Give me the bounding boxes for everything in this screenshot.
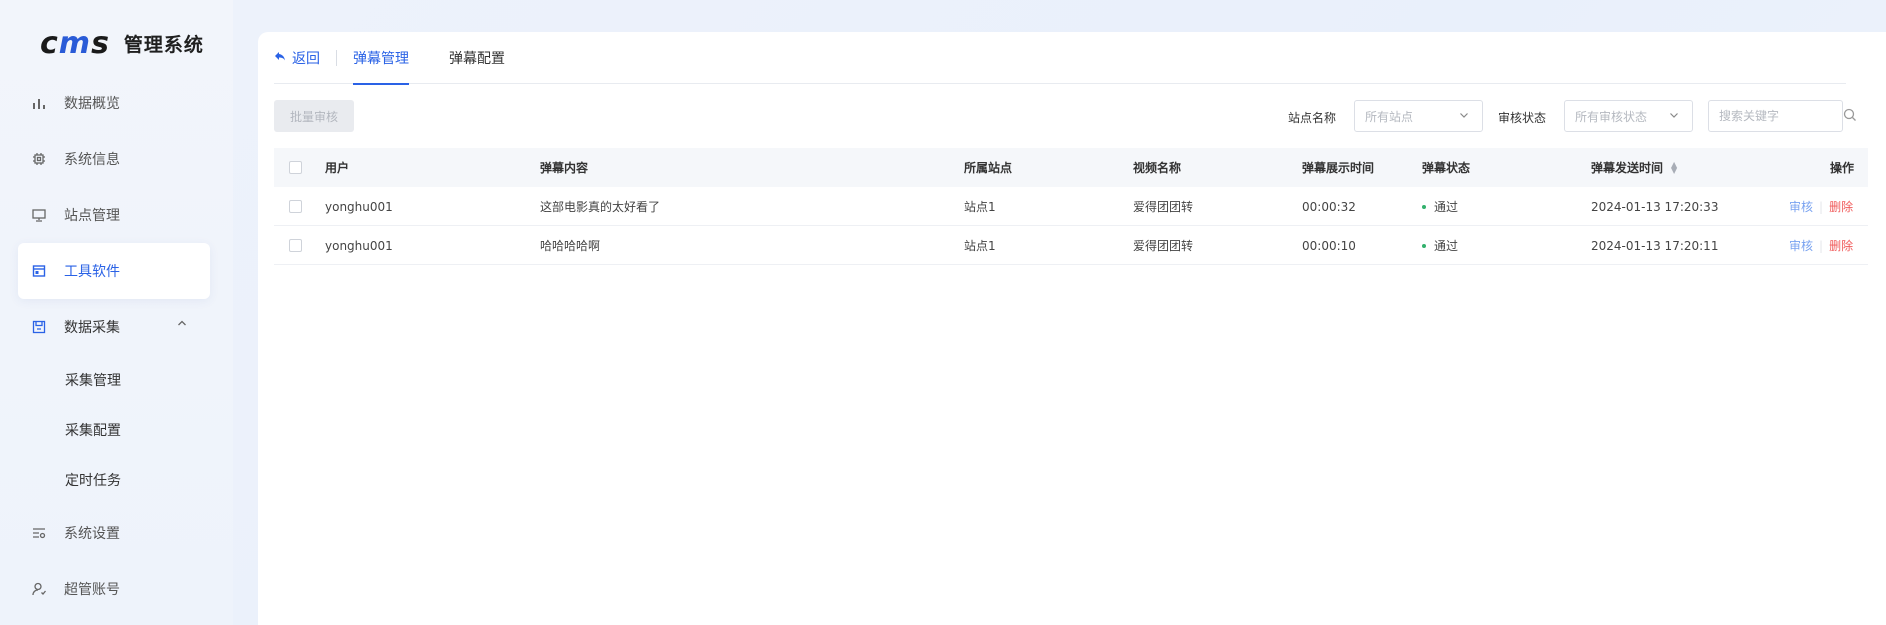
chip-icon — [30, 150, 48, 168]
sidebar-item-system-info[interactable]: 系统信息 — [18, 131, 210, 187]
sidebar-item-label: 系统信息 — [64, 152, 120, 168]
app-title: 管理系统 — [123, 33, 204, 56]
column-header-video: 视频名称 — [1133, 161, 1182, 175]
sidebar-item-system-settings[interactable]: 系统设置 — [18, 505, 210, 561]
sidebar-item-label: 站点管理 — [64, 208, 120, 224]
cell-actions: 审核 | 删除 — [1789, 187, 1853, 226]
review-link[interactable]: 审核 — [1789, 237, 1813, 254]
table-row: yonghu001 哈哈哈哈啊 站点1 爱得团团转 00:00:10 通过 20… — [274, 226, 1868, 265]
batch-review-button[interactable]: 批量审核 — [274, 100, 354, 132]
cell-content: 哈哈哈哈啊 — [540, 239, 601, 253]
column-header-send-time[interactable]: 弹幕发送时间 ▲ ▼ — [1591, 148, 1677, 187]
search-input[interactable] — [1708, 100, 1843, 132]
back-arrow-icon — [274, 50, 286, 66]
sidebar-item-data-collection[interactable]: 数据采集 — [18, 299, 210, 355]
site-select-placeholder: 所有站点 — [1365, 109, 1414, 124]
cell-site: 站点1 — [964, 200, 996, 214]
cell-status: 通过 — [1422, 226, 1458, 265]
status-dot — [1422, 243, 1426, 248]
cell-site: 站点1 — [964, 239, 996, 253]
logo-mark: cms — [40, 25, 110, 61]
review-link[interactable]: 审核 — [1789, 198, 1813, 215]
column-header-send-time-label: 弹幕发送时间 — [1591, 161, 1664, 175]
table-header-row: 用户 弹幕内容 所属站点 视频名称 弹幕展示时间 弹幕状态 弹幕发送时间 ▲ ▼ … — [274, 148, 1868, 187]
user-icon — [30, 580, 48, 598]
cell-send-time: 2024-01-13 17:20:33 — [1591, 199, 1719, 214]
status-text: 通过 — [1434, 239, 1459, 253]
back-label: 返回 — [292, 50, 320, 67]
chevron-down-icon — [1458, 109, 1470, 124]
sidebar-item-label: 系统设置 — [64, 526, 120, 542]
column-header-show-time: 弹幕展示时间 — [1302, 161, 1375, 175]
status-select-placeholder: 所有审核状态 — [1575, 109, 1648, 124]
chevron-down-icon — [1668, 109, 1680, 124]
sidebar-subitem-scheduled-tasks[interactable]: 定时任务 — [65, 465, 121, 495]
cell-video: 爱得团团转 — [1133, 200, 1194, 214]
cell-send-time: 2024-01-13 17:20:11 — [1591, 238, 1719, 253]
select-all-checkbox[interactable] — [289, 161, 302, 174]
cell-show-time: 00:00:32 — [1302, 199, 1356, 214]
settings-list-icon — [30, 524, 48, 542]
cell-actions: 审核 | 删除 — [1789, 226, 1853, 265]
site-filter-label: 站点名称 — [1288, 111, 1337, 125]
sidebar-item-label: 超管账号 — [64, 582, 120, 598]
danmaku-table: 用户 弹幕内容 所属站点 视频名称 弹幕展示时间 弹幕状态 弹幕发送时间 ▲ ▼ … — [274, 148, 1868, 265]
back-button[interactable]: 返回 — [274, 48, 320, 68]
tab-danmaku-management[interactable]: 弹幕管理 — [353, 32, 409, 85]
action-divider: | — [1819, 238, 1824, 253]
cell-show-time: 00:00:10 — [1302, 238, 1356, 253]
search-icon[interactable] — [1843, 108, 1859, 124]
cell-content: 这部电影真的太好看了 — [540, 200, 661, 214]
tab-bar: 返回 弹幕管理 弹幕配置 — [274, 32, 1846, 85]
main-panel: 返回 弹幕管理 弹幕配置 批量审核 站点名称 所有站点 审核状态 所有审核状态 … — [258, 32, 1886, 625]
tab-divider — [336, 49, 337, 66]
row-checkbox[interactable] — [289, 200, 302, 213]
cell-user: yonghu001 — [325, 238, 393, 253]
table-row: yonghu001 这部电影真的太好看了 站点1 爱得团团转 00:00:32 … — [274, 187, 1868, 226]
sidebar-item-tool-software[interactable]: 工具软件 — [18, 243, 210, 299]
save-icon — [30, 318, 48, 336]
status-dot — [1422, 204, 1426, 209]
status-filter-label: 审核状态 — [1498, 111, 1547, 125]
monitor-icon — [30, 206, 48, 224]
status-text: 通过 — [1434, 200, 1459, 214]
sidebar-item-label: 工具软件 — [64, 264, 120, 280]
column-header-status: 弹幕状态 — [1422, 161, 1471, 175]
delete-link[interactable]: 删除 — [1829, 237, 1853, 254]
sidebar-item-data-overview[interactable]: 数据概览 — [18, 75, 210, 131]
window-icon — [30, 262, 48, 280]
cell-status: 通过 — [1422, 187, 1458, 226]
app-logo: cms 管理系统 — [40, 25, 204, 61]
cell-video: 爱得团团转 — [1133, 239, 1194, 253]
chevron-up-icon[interactable] — [176, 317, 188, 332]
sidebar-item-site-management[interactable]: 站点管理 — [18, 187, 210, 243]
sidebar-subitem-collection-management[interactable]: 采集管理 — [65, 365, 121, 395]
bar-chart-icon — [30, 94, 48, 112]
column-header-content: 弹幕内容 — [540, 161, 589, 175]
site-select[interactable]: 所有站点 — [1354, 100, 1483, 132]
sidebar-item-label: 数据概览 — [64, 96, 120, 112]
sidebar-item-label: 数据采集 — [64, 320, 120, 336]
status-select[interactable]: 所有审核状态 — [1564, 100, 1693, 132]
column-header-actions: 操作 — [1830, 161, 1855, 175]
row-checkbox[interactable] — [289, 239, 302, 252]
sidebar-subitem-collection-config[interactable]: 采集配置 — [65, 415, 121, 445]
delete-link[interactable]: 删除 — [1829, 198, 1853, 215]
sidebar: cms 管理系统 数据概览 系统信息 站点管理 工具软件 数据采集 采集管理 采… — [0, 0, 233, 625]
column-header-site: 所属站点 — [964, 161, 1013, 175]
tab-danmaku-config[interactable]: 弹幕配置 — [449, 32, 505, 84]
action-divider: | — [1819, 199, 1824, 214]
column-header-user: 用户 — [325, 161, 350, 175]
cell-user: yonghu001 — [325, 199, 393, 214]
sidebar-item-super-admin[interactable]: 超管账号 — [18, 561, 210, 617]
sort-icon[interactable]: ▲ ▼ — [1671, 160, 1677, 174]
